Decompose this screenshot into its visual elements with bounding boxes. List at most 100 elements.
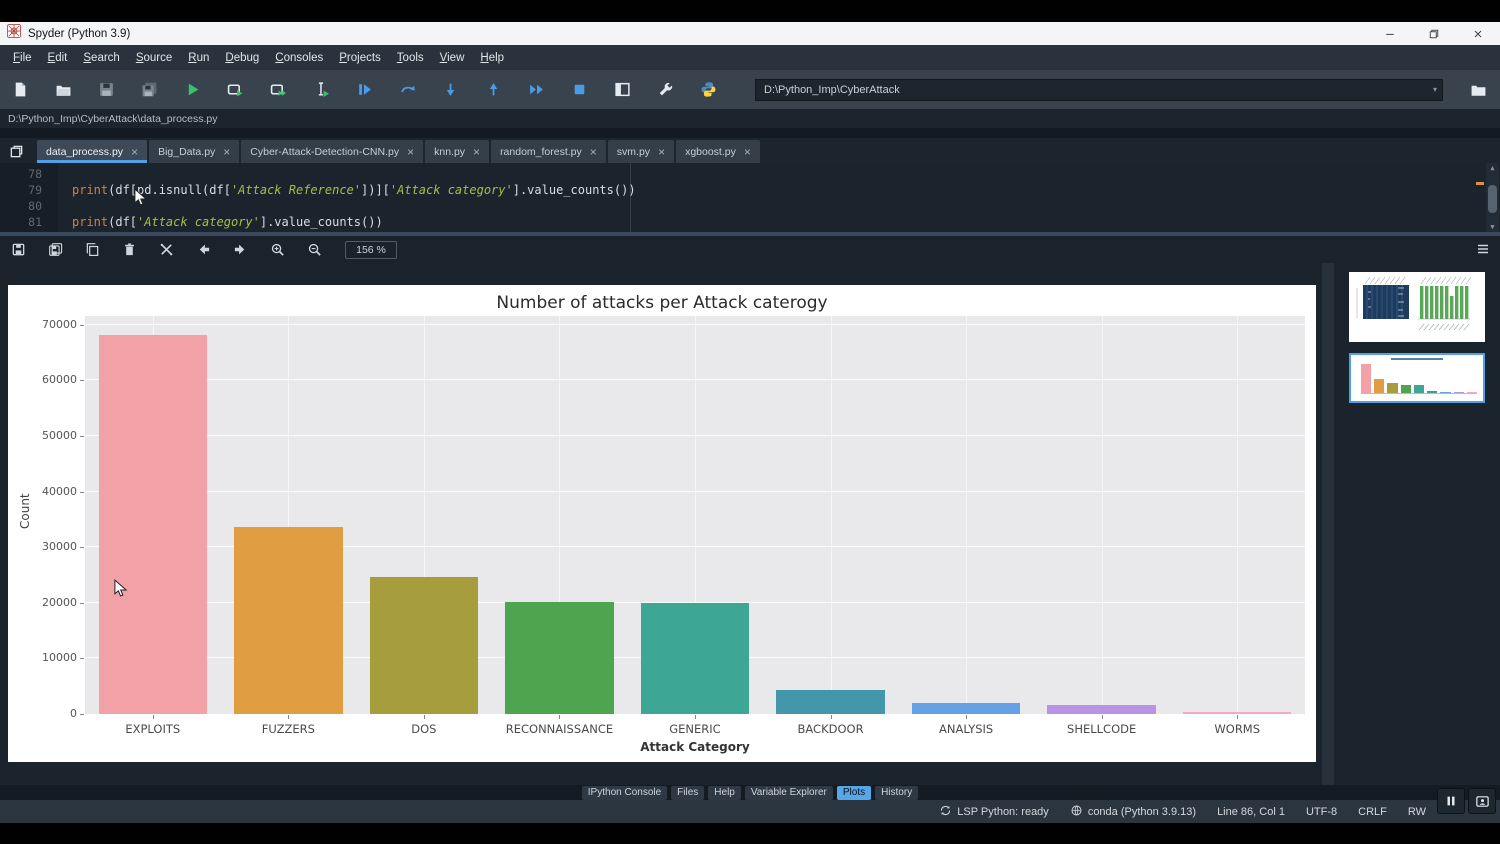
bar-reconnaissance [505,602,613,714]
tab-svm-py[interactable]: svm.py× [608,140,674,163]
pause-button[interactable] [1437,788,1465,814]
copy-plot-icon[interactable] [84,242,100,258]
menu-file[interactable]: File [5,50,40,66]
x-tick-label: FUZZERS [221,722,357,736]
main-toolbar: ▾ [0,70,1500,109]
tab-close-icon[interactable]: × [658,146,665,158]
tab-big-data-py[interactable]: Big_Data.py× [149,140,239,163]
pane-tab-ipython-console[interactable]: IPython Console [582,786,667,800]
browse-tabs-button[interactable] [3,140,29,163]
pane-tab-help[interactable]: Help [708,786,741,800]
previous-plot-icon[interactable] [195,242,211,258]
tab-close-icon[interactable]: × [473,146,480,158]
x-tick-mark [153,715,154,719]
run-cell-advance-icon[interactable] [269,81,287,99]
menu-run[interactable]: Run [180,50,217,66]
working-directory-input[interactable] [756,84,1428,96]
breadcrumb: D:\Python_Imp\CyberAttack\data_process.p… [0,109,1500,128]
pane-tab-plots[interactable]: Plots [837,786,871,800]
remove-plot-icon[interactable] [121,242,137,258]
presenter-view-button[interactable] [1468,788,1496,814]
menu-source[interactable]: Source [128,50,180,66]
menu-tools[interactable]: Tools [389,50,432,66]
y-tick-mark [80,380,84,381]
run-cell-icon[interactable] [226,81,244,99]
pane-tab-variable-explorer[interactable]: Variable Explorer [745,786,833,800]
new-file-icon[interactable] [11,81,29,99]
mini-bar-backdoor [1427,391,1437,393]
menu-search[interactable]: Search [75,50,127,66]
run-icon[interactable] [183,81,201,99]
y-tick-label: 10000 [17,651,77,664]
line-number: 78 [28,167,42,181]
minimize-button[interactable] [1368,22,1412,45]
tab-cyber-attack-detection-cnn-py[interactable]: Cyber-Attack-Detection-CNN.py× [241,140,423,163]
menu-edit[interactable]: Edit [40,50,76,66]
plots-scrollbar[interactable] [1322,263,1334,785]
open-folder-icon[interactable] [1469,81,1487,99]
tab-data-process-py[interactable]: data_process.py× [37,140,147,163]
tab-xgboost-py[interactable]: xgboost.py× [676,140,760,163]
python-env-icon[interactable] [699,81,717,99]
menu-help[interactable]: Help [472,50,512,66]
menu-debug[interactable]: Debug [217,50,267,66]
plot-zoom-level[interactable]: 156 % [345,241,397,259]
menu-consoles[interactable]: Consoles [267,50,331,66]
next-plot-icon[interactable] [232,242,248,258]
plot-thumbnail-1[interactable] [1349,272,1485,342]
tab-close-icon[interactable]: × [407,146,414,158]
step-over-icon[interactable] [398,81,416,99]
step-into-icon[interactable] [441,81,459,99]
open-file-icon[interactable] [54,81,72,99]
menu-view[interactable]: View [432,50,473,66]
scrollbar-thumb[interactable] [1488,185,1497,213]
tab-close-icon[interactable]: × [744,146,751,158]
x-tick-label: SHELLCODE [1034,722,1170,736]
y-tick-label: 20000 [17,596,77,609]
spyder-window: Spyder (Python 3.9) FileEditSearchSource… [0,0,1500,844]
preferences-icon[interactable] [656,81,674,99]
step-out-icon[interactable] [484,81,502,99]
status-text: conda (Python 3.9.13) [1088,806,1196,818]
gridline [85,435,1305,436]
tab-close-icon[interactable]: × [590,146,597,158]
stop-icon[interactable] [570,81,588,99]
status-crlf: CRLF [1358,806,1387,818]
zoom-out-icon[interactable] [306,242,322,258]
menu-projects[interactable]: Projects [331,50,389,66]
maximize-pane-icon[interactable] [613,81,631,99]
pane-tab-history[interactable]: History [875,786,918,800]
zoom-in-icon[interactable] [269,242,285,258]
save-all-icon[interactable] [140,81,158,99]
menu-bar: FileEditSearchSourceRunDebugConsolesProj… [0,45,1500,70]
save-all-plots-icon[interactable] [47,242,63,258]
plot-thumbnail-2-selected[interactable] [1349,353,1485,403]
code-editor[interactable]: 78798081 ▲ ▼ print(df[pd.isnull(df['Atta… [0,163,1500,232]
debug-file-icon[interactable] [355,81,373,99]
scroll-up-icon[interactable]: ▲ [1486,164,1499,172]
x-tick-label: DOS [356,722,492,736]
tab-knn-py[interactable]: knn.py× [425,140,489,163]
remove-all-plots-icon[interactable] [158,242,174,258]
plots-options-menu-button[interactable] [1475,241,1491,257]
plots-pane: Number of attacks per Attack caterogy Co… [0,263,1500,785]
chart-plot-area [85,316,1305,714]
restore-button[interactable] [1412,22,1456,45]
scroll-down-icon[interactable]: ▼ [1486,223,1499,231]
save-icon[interactable] [97,81,115,99]
working-directory-combobox[interactable]: ▾ [755,79,1443,101]
x-tick-label: EXPLOITS [85,722,221,736]
tab-random-forest-py[interactable]: random_forest.py× [491,140,606,163]
run-selection-icon[interactable] [312,81,330,99]
save-plot-icon[interactable] [10,242,26,258]
close-button[interactable] [1456,22,1500,45]
status-utf-8: UTF-8 [1306,806,1337,818]
tab-close-icon[interactable]: × [223,146,230,158]
pane-tab-files[interactable]: Files [671,786,704,800]
x-tick-mark [966,715,967,719]
chevron-down-icon[interactable]: ▾ [1428,85,1442,94]
tab-close-icon[interactable]: × [131,146,138,158]
continue-icon[interactable] [527,81,545,99]
editor-scrollbar[interactable]: ▲ ▼ [1486,163,1499,232]
thumbnail-chart-title [1391,358,1444,360]
